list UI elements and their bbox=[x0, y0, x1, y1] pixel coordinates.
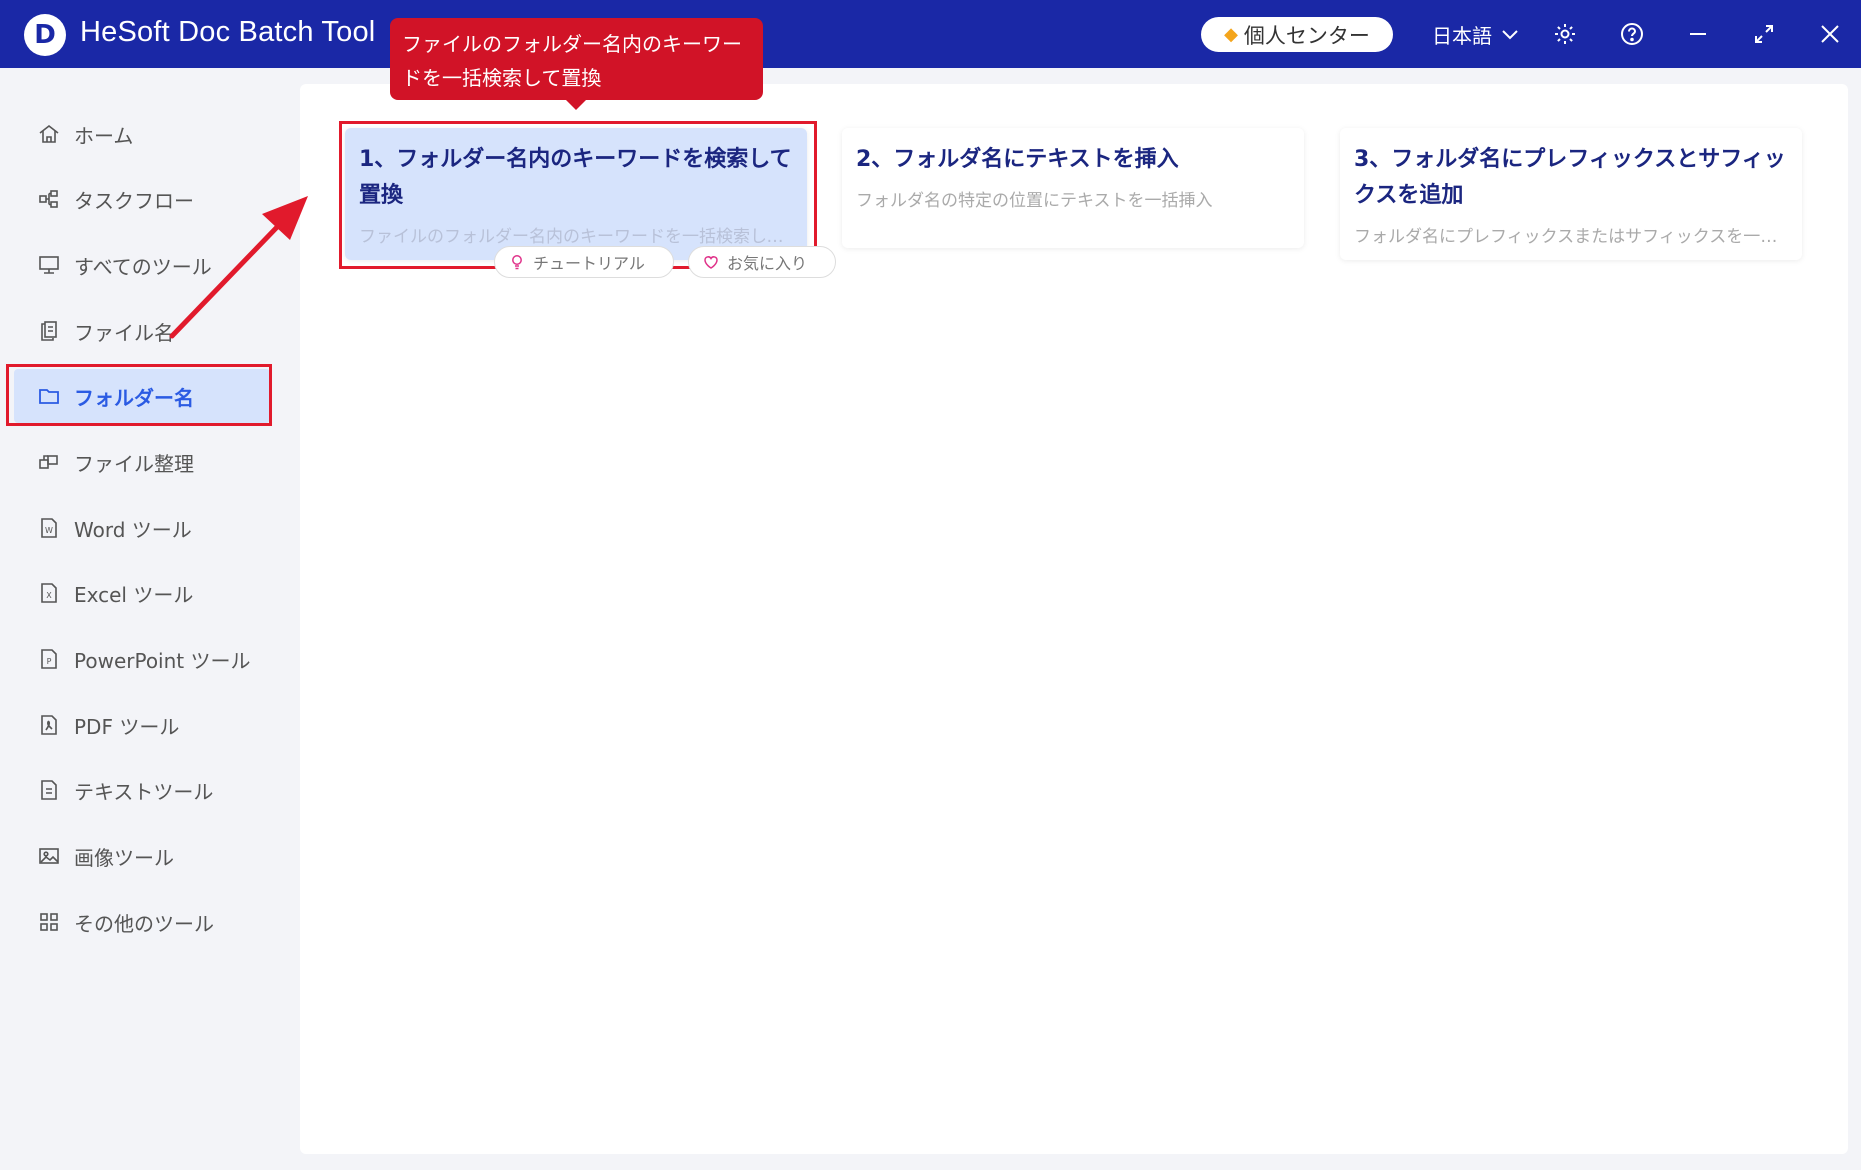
tool-card-insert-text[interactable]: 2、フォルダ名にテキストを挿入 フォルダ名の特定の位置にテキストを一括挿入 bbox=[842, 128, 1304, 248]
sidebar-item-label: タスクフロー bbox=[74, 188, 194, 213]
svg-text:X: X bbox=[46, 591, 52, 600]
maximize-icon[interactable] bbox=[1744, 14, 1784, 54]
taskflow-icon bbox=[39, 190, 58, 208]
tutorial-label: チュートリアル bbox=[533, 254, 645, 273]
card-title: 3、フォルダ名にプレフィックスとサフィックスを追加 bbox=[1354, 147, 1786, 208]
close-icon[interactable] bbox=[1810, 14, 1850, 54]
diamond-icon: ◆ bbox=[1224, 24, 1238, 45]
sidebar-item-powerpoint-tools[interactable]: P PowerPoint ツール bbox=[14, 632, 270, 686]
image-icon bbox=[39, 848, 59, 864]
help-icon[interactable] bbox=[1612, 14, 1652, 54]
chevron-down-icon bbox=[1502, 29, 1518, 39]
sidebar-item-word-tools[interactable]: W Word ツール bbox=[14, 501, 270, 555]
app-logo: D bbox=[24, 14, 66, 56]
language-label: 日本語 bbox=[1432, 24, 1492, 48]
minimize-icon[interactable] bbox=[1678, 14, 1718, 54]
grid-icon bbox=[40, 913, 58, 931]
lightbulb-icon bbox=[512, 255, 522, 270]
personal-center-button[interactable]: ◆ 個人センター bbox=[1201, 17, 1393, 52]
card-description: フォルダ名にプレフィックスまたはサフィックスを一括追加 bbox=[1354, 227, 1788, 247]
card-description: フォルダ名の特定の位置にテキストを一括挿入 bbox=[856, 191, 1213, 211]
sidebar-item-file-organize[interactable]: ファイル整理 bbox=[14, 435, 270, 489]
app-title: HeSoft Doc Batch Tool bbox=[80, 16, 376, 48]
sidebar-item-image-tools[interactable]: 画像ツール bbox=[14, 829, 270, 883]
settings-icon[interactable] bbox=[1545, 14, 1585, 54]
language-selector[interactable]: 日本語 bbox=[1432, 20, 1518, 49]
sidebar-item-label: PDF ツール bbox=[74, 714, 180, 739]
sidebar-item-pdf-tools[interactable]: PDF ツール bbox=[14, 698, 270, 752]
home-icon bbox=[39, 124, 59, 143]
svg-text:W: W bbox=[45, 526, 53, 535]
sidebar-item-text-tools[interactable]: テキストツール bbox=[14, 763, 270, 817]
sidebar-item-label: ホーム bbox=[74, 123, 134, 148]
sidebar-item-all-tools[interactable]: すべてのツール bbox=[14, 238, 270, 292]
folder-icon bbox=[39, 389, 59, 404]
pdf-file-icon bbox=[41, 715, 57, 735]
text-file-icon bbox=[41, 780, 57, 800]
favorite-label: お気に入り bbox=[727, 254, 808, 273]
sidebar-item-label: PowerPoint ツール bbox=[74, 648, 251, 673]
svg-text:P: P bbox=[47, 657, 52, 666]
word-file-icon: W bbox=[41, 518, 57, 538]
sidebar-item-taskflow[interactable]: タスクフロー bbox=[14, 172, 270, 226]
personal-center-label: 個人センター bbox=[1243, 23, 1370, 48]
card-tooltip: ファイルのフォルダー名内のキーワードを一括検索して置換 bbox=[390, 18, 763, 110]
sidebar-item-folder-name[interactable]: フォルダー名 bbox=[6, 364, 272, 426]
sidebar-item-label: Word ツール bbox=[74, 517, 192, 542]
monitor-icon bbox=[39, 256, 59, 274]
heart-icon bbox=[704, 256, 718, 269]
title-bar: D HeSoft Doc Batch Tool ◆ 個人センター 日本語 bbox=[0, 0, 1861, 68]
sidebar-item-label: テキストツール bbox=[74, 779, 214, 804]
sidebar-item-home[interactable]: ホーム bbox=[14, 107, 270, 161]
sidebar-item-excel-tools[interactable]: X Excel ツール bbox=[14, 566, 270, 620]
organize-icon bbox=[39, 455, 58, 469]
favorite-button[interactable]: お気に入り bbox=[688, 246, 836, 278]
sidebar-item-label: フォルダー名 bbox=[74, 385, 194, 410]
sidebar: ホーム タスクフロー すべてのツール ファイル名 フォルダー名 ファイル整理 W bbox=[0, 68, 280, 1170]
sidebar-item-file-name[interactable]: ファイル名 bbox=[14, 304, 270, 358]
excel-file-icon: X bbox=[41, 583, 57, 603]
file-copy-icon bbox=[41, 321, 57, 341]
tutorial-button[interactable]: チュートリアル bbox=[494, 246, 674, 278]
sidebar-item-label: すべてのツール bbox=[74, 254, 212, 279]
sidebar-item-label: ファイル整理 bbox=[74, 451, 194, 476]
sidebar-item-other-tools[interactable]: その他のツール bbox=[14, 895, 270, 949]
sidebar-item-label: Excel ツール bbox=[74, 582, 194, 607]
card-title: 2、フォルダ名にテキストを挿入 bbox=[856, 147, 1179, 172]
sidebar-item-label: その他のツール bbox=[74, 911, 214, 936]
sidebar-item-label: ファイル名 bbox=[74, 320, 174, 345]
tool-card-prefix-suffix[interactable]: 3、フォルダ名にプレフィックスとサフィックスを追加 フォルダ名にプレフィックスま… bbox=[1340, 128, 1802, 260]
sidebar-item-label: 画像ツール bbox=[74, 845, 174, 870]
ppt-file-icon: P bbox=[41, 649, 57, 669]
